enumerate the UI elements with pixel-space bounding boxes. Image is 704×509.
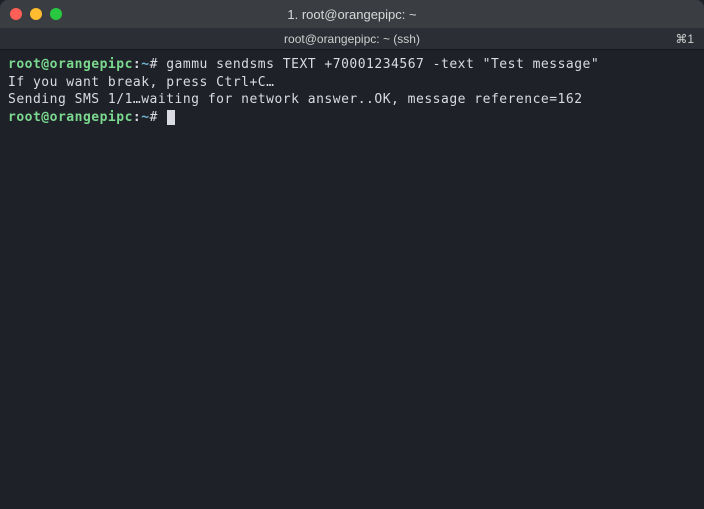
prompt-user-host: root@orangepipc — [8, 110, 133, 125]
prompt-symbol: # — [150, 57, 158, 72]
tab-bar: root@orangepipc: ~ (ssh) ⌘1 — [0, 28, 704, 50]
minimize-icon[interactable] — [30, 8, 42, 20]
terminal-output: Sending SMS 1/1…waiting for network answ… — [8, 91, 696, 109]
terminal-output: If you want break, press Ctrl+C… — [8, 74, 696, 92]
terminal-viewport[interactable]: root@orangepipc:~# gammu sendsms TEXT +7… — [0, 50, 704, 509]
close-icon[interactable] — [10, 8, 22, 20]
prompt-user-host: root@orangepipc — [8, 57, 133, 72]
window-titlebar: 1. root@orangepipc: ~ — [0, 0, 704, 28]
window-title: 1. root@orangepipc: ~ — [0, 7, 704, 22]
tab-label[interactable]: root@orangepipc: ~ (ssh) — [284, 32, 420, 46]
maximize-icon[interactable] — [50, 8, 62, 20]
prompt-symbol: # — [150, 110, 158, 125]
terminal-line: root@orangepipc:~# — [8, 109, 696, 127]
prompt-colon: : — [133, 57, 141, 72]
prompt-path: ~ — [141, 110, 149, 125]
prompt-colon: : — [133, 110, 141, 125]
tab-shortcut: ⌘1 — [675, 32, 694, 46]
terminal-line: root@orangepipc:~# gammu sendsms TEXT +7… — [8, 56, 696, 74]
prompt-path: ~ — [141, 57, 149, 72]
cursor-icon — [167, 110, 175, 125]
traffic-lights — [10, 8, 62, 20]
command-text: gammu sendsms TEXT +70001234567 -text "T… — [166, 57, 599, 72]
